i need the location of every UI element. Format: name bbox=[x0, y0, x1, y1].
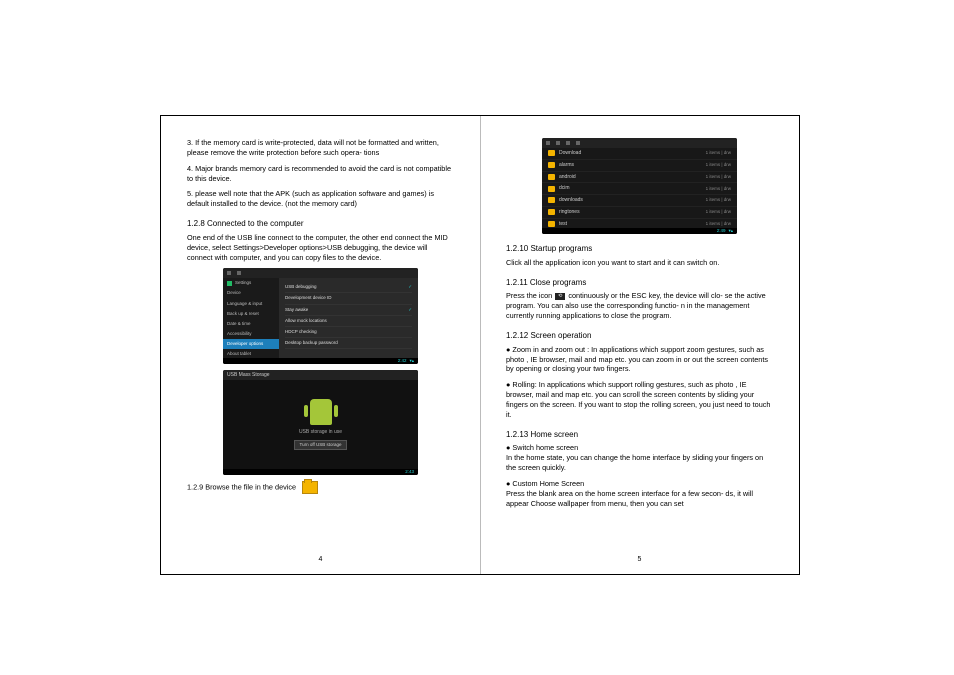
bullet-paragraph: ● Rolling: In applications which support… bbox=[506, 380, 773, 419]
setting-row: Stay awake✓ bbox=[285, 305, 412, 316]
file-row: Download1 items | drw bbox=[542, 148, 737, 160]
browse-label: 1.2.9 Browse the file in the device bbox=[187, 483, 296, 492]
wifi-icon: ▾▴ bbox=[409, 358, 414, 364]
text-fragment: Press the icon bbox=[506, 291, 552, 300]
folder-icon bbox=[548, 186, 555, 192]
sidebar-item: Date & time bbox=[223, 319, 279, 329]
sidebar-item-active: Developer options bbox=[223, 339, 279, 349]
paragraph: Press the icon ⟲ continuously or the ESC… bbox=[506, 291, 773, 321]
clock-label: 2:49 bbox=[717, 228, 726, 234]
paragraph: 4. Major brands memory card is recommend… bbox=[187, 164, 454, 184]
setting-row: Development device ID bbox=[285, 293, 412, 304]
folder-icon bbox=[548, 150, 555, 156]
file-row: android1 items | drw bbox=[542, 172, 737, 184]
paragraph: In the home state, you can change the ho… bbox=[506, 453, 773, 473]
bullet-paragraph: ● Zoom in and zoom out : In applications… bbox=[506, 345, 773, 375]
setting-row: HDCP checking bbox=[285, 327, 412, 338]
paragraph: One end of the USB line connect to the c… bbox=[187, 233, 454, 263]
screenshot-settings-developer: Settings Device Language & input Back up… bbox=[223, 268, 418, 364]
paragraph: Click all the application icon you want … bbox=[506, 258, 773, 268]
heading-1-2-12: 1.2.12 Screen operation bbox=[506, 331, 773, 342]
heading-1-2-10: 1.2.10 Startup programs bbox=[506, 244, 773, 255]
folder-icon bbox=[548, 197, 555, 203]
paragraph: 5. please well note that the APK (such a… bbox=[187, 189, 454, 209]
sidebar-item: About tablet bbox=[223, 349, 279, 359]
paragraph: 3. If the memory card is write-protected… bbox=[187, 138, 454, 158]
sidebar-item: Language & input bbox=[223, 299, 279, 309]
folder-icon bbox=[548, 221, 555, 227]
page-spread: 3. If the memory card is write-protected… bbox=[160, 115, 800, 575]
setting-row: USB debugging✓ bbox=[285, 282, 412, 293]
setting-row: Desktop backup password bbox=[285, 338, 412, 349]
usb-label: USB storage in use bbox=[299, 429, 342, 436]
setting-row: Allow mock locations bbox=[285, 316, 412, 327]
sidebar-item: Device bbox=[223, 288, 279, 298]
file-row: downloads1 items | drw bbox=[542, 195, 737, 207]
sidebar-item: Back up & reset bbox=[223, 309, 279, 319]
bullet-paragraph: ● Custom Home Screen bbox=[506, 479, 773, 489]
heading-1-2-8: 1.2.8 Connected to the computer bbox=[187, 219, 454, 230]
screenshot-usb-storage: USB Mass Storage USB storage in use Turn… bbox=[223, 370, 418, 475]
page-right: Download1 items | drw alarms1 items | dr… bbox=[480, 116, 799, 574]
android-icon bbox=[310, 399, 332, 425]
paragraph: Press the blank area on the home screen … bbox=[506, 489, 773, 509]
screenshot-title: USB Mass Storage bbox=[227, 372, 270, 379]
folder-icon bbox=[548, 174, 555, 180]
back-icon: ⟲ bbox=[555, 293, 565, 300]
page-number: 5 bbox=[480, 555, 799, 564]
folder-icon bbox=[302, 481, 318, 494]
gear-icon bbox=[227, 281, 232, 286]
screenshot-file-browser: Download1 items | drw alarms1 items | dr… bbox=[542, 138, 737, 234]
heading-1-2-11: 1.2.11 Close programs bbox=[506, 278, 773, 289]
screenshot-title: Settings bbox=[235, 280, 251, 286]
wifi-icon: ▾▴ bbox=[728, 228, 733, 234]
folder-icon bbox=[548, 209, 555, 215]
clock-label: 2:43 bbox=[405, 469, 414, 475]
folder-icon bbox=[548, 162, 555, 168]
file-row: ringtones1 items | drw bbox=[542, 207, 737, 219]
file-row: alarms1 items | drw bbox=[542, 160, 737, 172]
turn-off-usb-button: Turn off USB storage bbox=[294, 440, 346, 450]
file-row: dcim1 items | drw bbox=[542, 183, 737, 195]
heading-1-2-9: 1.2.9 Browse the file in the device bbox=[187, 481, 454, 494]
sidebar-item: Accessibility bbox=[223, 329, 279, 339]
page-left: 3. If the memory card is write-protected… bbox=[161, 116, 480, 574]
page-number: 4 bbox=[161, 555, 480, 564]
bullet-paragraph: ● Switch home screen bbox=[506, 443, 773, 453]
clock-label: 2:42 bbox=[398, 358, 407, 364]
heading-1-2-13: 1.2.13 Home screen bbox=[506, 430, 773, 441]
